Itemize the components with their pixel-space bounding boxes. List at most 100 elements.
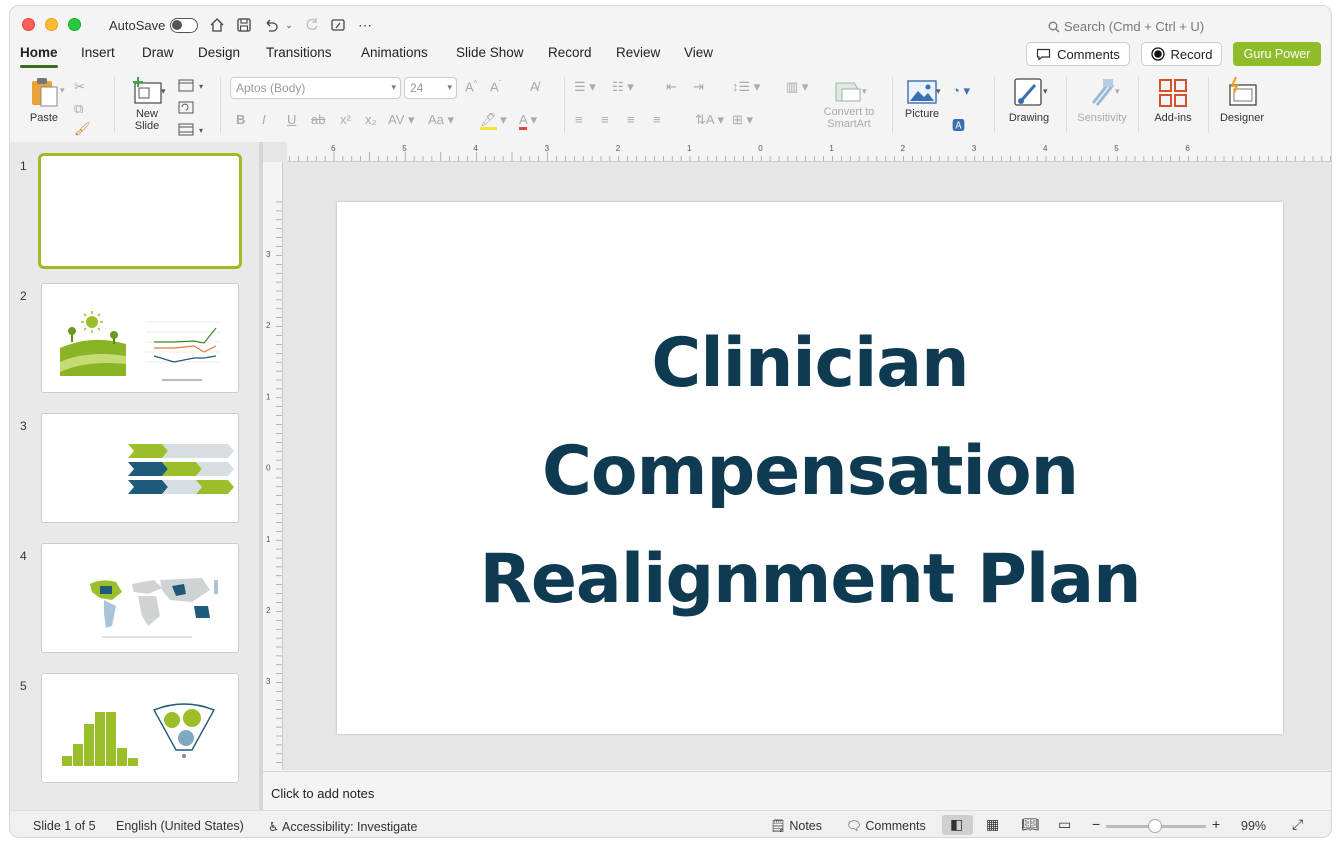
ruler-label: 2 <box>266 321 271 330</box>
smartart-chevron-icon[interactable]: ▾ <box>862 86 867 97</box>
record-button-label: Record <box>1170 46 1213 62</box>
vertical-ruler[interactable]: 3 2 1 0 1 2 3 <box>263 162 283 770</box>
text-direction-icon[interactable]: ⇅A ▾ <box>695 112 724 128</box>
picture-chevron-icon[interactable]: ▾ <box>936 86 941 97</box>
numbering-icon[interactable]: ☷ ▾ <box>612 79 634 95</box>
slide-thumbnail-5[interactable] <box>41 673 239 783</box>
line-spacing-icon[interactable]: ↕☰ ▾ <box>732 79 760 95</box>
drawing-chevron-icon[interactable]: ▾ <box>1043 86 1048 97</box>
designer-button[interactable]: Designer <box>1216 76 1268 124</box>
slide-thumbnail-3[interactable] <box>41 413 239 523</box>
tab-record[interactable]: Record <box>548 45 592 60</box>
slide-thumbnail-1[interactable] <box>38 153 242 269</box>
undo-icon[interactable] <box>261 15 281 35</box>
text-box-icon[interactable]: 🅰 <box>952 115 965 134</box>
notes-toggle-button[interactable]: 🗒︎ Notes <box>770 819 822 834</box>
font-name-box[interactable]: Aptos (Body) ▾ <box>230 77 401 99</box>
more-icon[interactable]: ⋯ <box>355 15 375 35</box>
convert-to-smartart-button[interactable]: Convert to SmartArt <box>815 81 883 130</box>
bold-icon[interactable]: B <box>236 112 245 127</box>
format-painter-icon[interactable]: 🖌 <box>74 121 91 137</box>
slide-thumbnail-pane[interactable]: 1 2 3 4 5 <box>10 142 259 810</box>
tab-insert[interactable]: Insert <box>81 45 115 60</box>
zoom-window-button[interactable] <box>68 18 81 31</box>
slide-sorter-view-icon[interactable]: ▦ <box>986 816 999 833</box>
bullets-icon[interactable]: ☰ ▾ <box>574 79 596 95</box>
undo-dropdown-chevron-icon[interactable]: ⌄ <box>282 15 296 35</box>
tab-transitions[interactable]: Transitions <box>266 45 332 60</box>
fit-to-window-icon[interactable]: ⤢ <box>1292 816 1303 833</box>
font-size-box[interactable]: 24 ▾ <box>404 77 457 99</box>
italic-icon[interactable]: I <box>262 112 266 127</box>
cut-icon[interactable]: ✂ <box>74 79 85 95</box>
accessibility-status[interactable]: ♿︎ Accessibility: Investigate <box>268 819 417 834</box>
present-icon[interactable] <box>328 15 348 35</box>
tab-home[interactable]: Home <box>20 45 58 68</box>
horizontal-ruler[interactable]: 6 5 4 3 2 1 0 1 2 3 4 5 6 <box>191 142 1331 162</box>
close-window-button[interactable] <box>22 18 35 31</box>
change-case-icon[interactable]: Aa ▾ <box>428 112 454 128</box>
subscript-icon[interactable]: x₂ <box>365 112 377 127</box>
ruler-label: 0 <box>266 464 271 473</box>
ruler-label: 1 <box>829 144 834 153</box>
sensitivity-button[interactable]: Sensitivity <box>1074 77 1130 124</box>
align-left-icon[interactable]: ≡ <box>575 112 583 127</box>
shapes-icon[interactable]: ◔ ▾ <box>952 83 970 99</box>
align-text-icon[interactable]: ⊞ ▾ <box>732 112 753 128</box>
comments-button[interactable]: Comments <box>1026 42 1130 66</box>
align-center-icon[interactable]: ≡ <box>601 112 609 127</box>
paste-button[interactable]: Paste <box>22 75 66 124</box>
drawing-button[interactable]: Drawing <box>1004 77 1054 124</box>
character-spacing-icon[interactable]: AV ▾ <box>388 112 415 128</box>
underline-icon[interactable]: U <box>287 112 296 127</box>
clear-formatting-icon[interactable]: A̸ <box>530 79 539 94</box>
search-box[interactable]: Search (Cmd + Ctrl + U) <box>1048 19 1204 34</box>
paste-chevron-icon[interactable]: ▾ <box>60 85 65 96</box>
home-icon[interactable] <box>207 15 227 35</box>
slide-show-view-icon[interactable]: ▭ <box>1058 816 1071 833</box>
font-color-icon[interactable]: A ▾ <box>519 112 537 130</box>
language-status[interactable]: English (United States) <box>116 819 244 833</box>
copy-icon[interactable]: ⧉ <box>74 101 83 117</box>
reading-view-icon[interactable]: 📖︎ <box>1021 816 1039 833</box>
columns-icon[interactable]: ▥ ▾ <box>786 79 808 95</box>
zoom-in-icon[interactable]: + <box>1212 816 1220 832</box>
strikethrough-icon[interactable]: ab <box>311 112 325 127</box>
guru-power-button[interactable]: Guru Power <box>1233 42 1321 66</box>
ruler-label: 3 <box>972 144 977 153</box>
justify-icon[interactable]: ≡ <box>653 112 661 127</box>
tab-slide-show[interactable]: Slide Show <box>456 45 524 60</box>
highlight-icon[interactable]: 🖊 ▾ <box>480 112 507 130</box>
zoom-out-icon[interactable]: − <box>1092 816 1100 832</box>
tab-review[interactable]: Review <box>616 45 660 60</box>
superscript-icon[interactable]: x² <box>340 112 351 127</box>
new-slide-chevron-icon[interactable]: ▾ <box>161 86 166 97</box>
comments-toggle-button[interactable]: 🗨︎ Comments <box>846 819 926 834</box>
zoom-slider-thumb[interactable] <box>1148 819 1162 833</box>
align-right-icon[interactable]: ≡ <box>627 112 635 127</box>
increase-font-size-icon[interactable]: A^ <box>465 79 477 94</box>
slide-thumbnail-2[interactable] <box>41 283 239 393</box>
zoom-level[interactable]: 99% <box>1241 819 1266 833</box>
tab-draw[interactable]: Draw <box>142 45 174 60</box>
sensitivity-chevron-icon[interactable]: ▾ <box>1115 86 1120 97</box>
autosave-toggle[interactable] <box>170 18 198 33</box>
tab-design[interactable]: Design <box>198 45 240 60</box>
slide-editor: 6 5 4 3 2 1 0 1 2 3 4 5 6 3 2 1 0 1 2 3 Clinician Compensa… <box>191 142 1331 770</box>
record-button[interactable]: Record <box>1141 42 1222 66</box>
tab-view[interactable]: View <box>684 45 713 60</box>
autosave-label: AutoSave <box>109 18 166 33</box>
decrease-indent-icon[interactable]: ⇤ <box>666 79 677 95</box>
slide-title[interactable]: Clinician Compensation Realignment Plan <box>337 310 1283 634</box>
notes-pane[interactable]: Click to add notes <box>263 771 1331 810</box>
layout-reset-section-icons[interactable]: ▾ ▾ <box>178 79 208 139</box>
increase-indent-icon[interactable]: ⇥ <box>693 79 704 95</box>
decrease-font-size-icon[interactable]: Aˇ <box>490 79 501 94</box>
slide-thumbnail-4[interactable] <box>41 543 239 653</box>
save-icon[interactable] <box>234 15 254 35</box>
add-ins-button[interactable]: Add-ins <box>1150 77 1196 124</box>
tab-animations[interactable]: Animations <box>361 45 428 60</box>
minimize-window-button[interactable] <box>45 18 58 31</box>
slide-canvas[interactable]: Clinician Compensation Realignment Plan <box>337 202 1283 734</box>
redo-icon[interactable] <box>302 15 322 35</box>
